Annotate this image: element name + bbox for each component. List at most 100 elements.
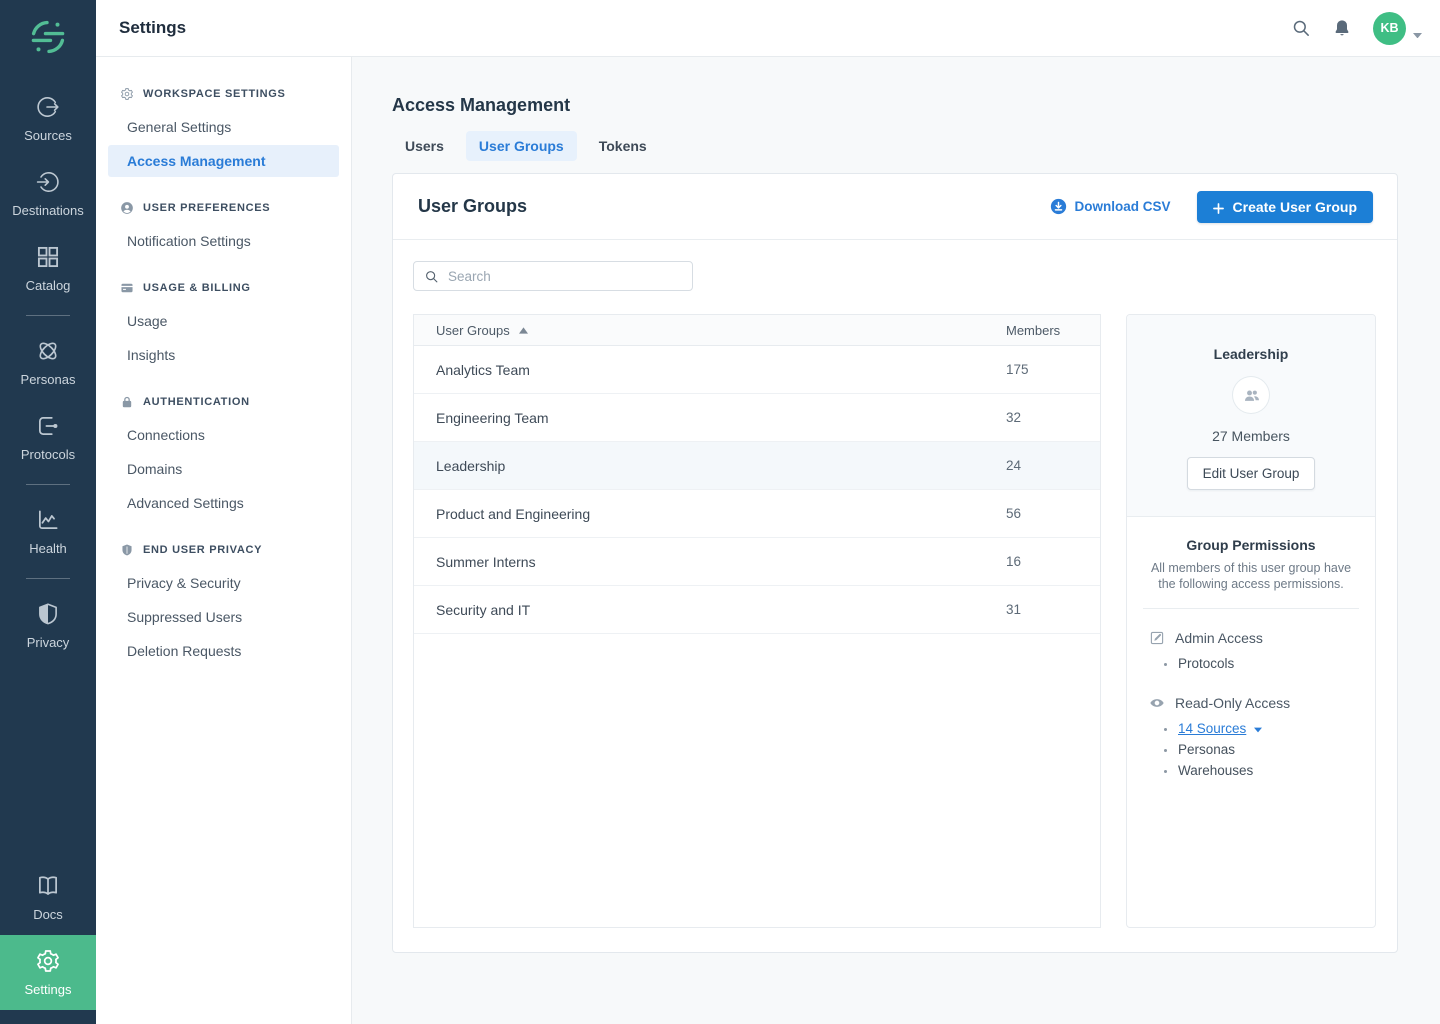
search-icon[interactable] [1291, 18, 1311, 38]
personas-icon [35, 338, 61, 364]
permission-item-14-sources[interactable]: 14 Sources [1177, 718, 1375, 739]
people-icon [1242, 386, 1261, 405]
table-row-product-and-engineering[interactable]: Product and Engineering 56 [414, 490, 1100, 538]
settings-item-deletion-requests[interactable]: Deletion Requests [108, 635, 339, 667]
nav-divider [26, 315, 70, 316]
permissions-title: Group Permissions [1127, 537, 1375, 553]
user-circle-icon [120, 201, 134, 215]
primary-nav: Sources Destinations Catalog Personas Protoc… [0, 81, 96, 663]
sidebar-item-health[interactable]: Health [0, 494, 96, 569]
permissions-description: All members of this user group have the … [1141, 560, 1361, 593]
group-avatar [1233, 377, 1269, 413]
sidebar-item-catalog[interactable]: Catalog [0, 231, 96, 306]
sidebar-item-label: Privacy [27, 635, 70, 650]
permission-group-label: Read-Only Access [1175, 695, 1290, 711]
sidebar-item-label: Docs [33, 907, 63, 922]
settings-item-privacy-security[interactable]: Privacy & Security [108, 567, 339, 599]
segment-logo-icon[interactable] [26, 15, 70, 59]
caret-down-icon [1254, 727, 1262, 733]
sidebar-item-label: Personas [21, 372, 76, 387]
column-members: Members [1006, 323, 1064, 338]
tab-tokens[interactable]: Tokens [586, 131, 660, 161]
table-row-summer-interns[interactable]: Summer Interns 16 [414, 538, 1100, 586]
settings-section-header: USER PREFERENCES [96, 193, 351, 223]
settings-section-title: END USER PRIVACY [143, 544, 262, 556]
settings-item-access-management[interactable]: Access Management [108, 145, 339, 177]
settings-item-suppressed-users[interactable]: Suppressed Users [108, 601, 339, 633]
sidebar-item-personas[interactable]: Personas [0, 325, 96, 400]
search-input[interactable] [448, 269, 682, 284]
sidebar-item-label: Destinations [12, 203, 84, 218]
settings-section-header: AUTHENTICATION [96, 387, 351, 417]
group-member-count: 31 [1006, 602, 1064, 617]
settings-sidebar: WORKSPACE SETTINGS General SettingsAcces… [96, 57, 352, 1024]
sidebar-item-label: Catalog [26, 278, 71, 293]
sidebar-item-docs[interactable]: Docs [0, 860, 96, 935]
user-menu[interactable]: KB [1373, 12, 1422, 45]
docs-icon [35, 873, 61, 899]
tab-bar: Users User Groups Tokens [392, 131, 1398, 161]
notifications-bell-icon[interactable] [1332, 18, 1352, 38]
chevron-down-icon [1413, 25, 1422, 31]
sidebar-item-protocols[interactable]: Protocols [0, 400, 96, 475]
settings-item-connections[interactable]: Connections [108, 419, 339, 451]
settings-section-title: WORKSPACE SETTINGS [143, 88, 286, 100]
settings-section-authentication: AUTHENTICATION ConnectionsDomainsAdvance… [96, 387, 351, 519]
plus-icon [1213, 201, 1224, 212]
settings-item-insights[interactable]: Insights [108, 339, 339, 371]
primary-nav-bottom: Docs Settings [0, 860, 96, 1010]
settings-section-header: USAGE & BILLING [96, 273, 351, 303]
card-title: User Groups [418, 196, 527, 217]
create-user-group-label: Create User Group [1233, 199, 1357, 215]
settings-item-domains[interactable]: Domains [108, 453, 339, 485]
table-row-security-and-it[interactable]: Security and IT 31 [414, 586, 1100, 634]
group-permissions: Group Permissions All members of this us… [1127, 517, 1375, 805]
permission-item-protocols: Protocols [1177, 653, 1375, 674]
column-label: User Groups [436, 323, 510, 338]
card-body: User Groups Members Analytics Team 175 En… [393, 240, 1397, 952]
group-member-count: 56 [1006, 506, 1064, 521]
avatar[interactable]: KB [1373, 12, 1406, 45]
group-member-count: 16 [1006, 554, 1064, 569]
permission-list: 14 SourcesPersonasWarehouses [1127, 718, 1375, 781]
edit-user-group-button[interactable]: Edit User Group [1187, 457, 1316, 490]
tab-users[interactable]: Users [392, 131, 457, 161]
column-user-groups[interactable]: User Groups [436, 323, 1006, 338]
eye-icon [1149, 695, 1165, 711]
settings-item-notification-settings[interactable]: Notification Settings [108, 225, 339, 257]
top-bar: Settings KB [96, 0, 1440, 57]
settings-item-general-settings[interactable]: General Settings [108, 111, 339, 143]
settings-item-usage[interactable]: Usage [108, 305, 339, 337]
permission-group-label: Admin Access [1175, 630, 1263, 646]
sources-link[interactable]: 14 Sources [1178, 721, 1246, 736]
card-header: User Groups Download CSV Create User Gro… [393, 174, 1397, 240]
download-csv-button[interactable]: Download CSV [1050, 198, 1171, 215]
settings-item-advanced-settings[interactable]: Advanced Settings [108, 487, 339, 519]
table-row-leadership[interactable]: Leadership 24 [414, 442, 1100, 490]
settings-section-usage-billing: USAGE & BILLING UsageInsights [96, 273, 351, 371]
create-user-group-button[interactable]: Create User Group [1197, 191, 1373, 223]
group-name: Summer Interns [436, 554, 1006, 570]
sidebar-spacer [0, 1010, 96, 1024]
group-name: Leadership [436, 458, 1006, 474]
tab-user-groups[interactable]: User Groups [466, 131, 577, 161]
permission-list: Protocols [1127, 653, 1375, 674]
sidebar-item-privacy[interactable]: Privacy [0, 588, 96, 663]
group-member-count: 175 [1006, 362, 1064, 377]
group-detail-summary: Leadership 27 Members Edit User Group [1127, 315, 1375, 517]
shield-icon [120, 543, 134, 557]
divider [1143, 608, 1359, 609]
permission-groups: Admin Access Protocols Read-Only Access … [1127, 630, 1375, 781]
topbar-actions: KB [1291, 12, 1422, 45]
sidebar-item-settings[interactable]: Settings [0, 935, 96, 1010]
sidebar-item-sources[interactable]: Sources [0, 81, 96, 156]
download-csv-label: Download CSV [1075, 199, 1171, 214]
settings-section-end-user-privacy: END USER PRIVACY Privacy & SecuritySuppr… [96, 535, 351, 667]
page-title: Settings [119, 18, 186, 38]
table-row-engineering-team[interactable]: Engineering Team 32 [414, 394, 1100, 442]
table-row-analytics-team[interactable]: Analytics Team 175 [414, 346, 1100, 394]
download-icon [1050, 198, 1067, 215]
permission-group-header: Admin Access [1127, 630, 1375, 646]
sidebar-item-destinations[interactable]: Destinations [0, 156, 96, 231]
credit-card-icon [120, 281, 134, 295]
